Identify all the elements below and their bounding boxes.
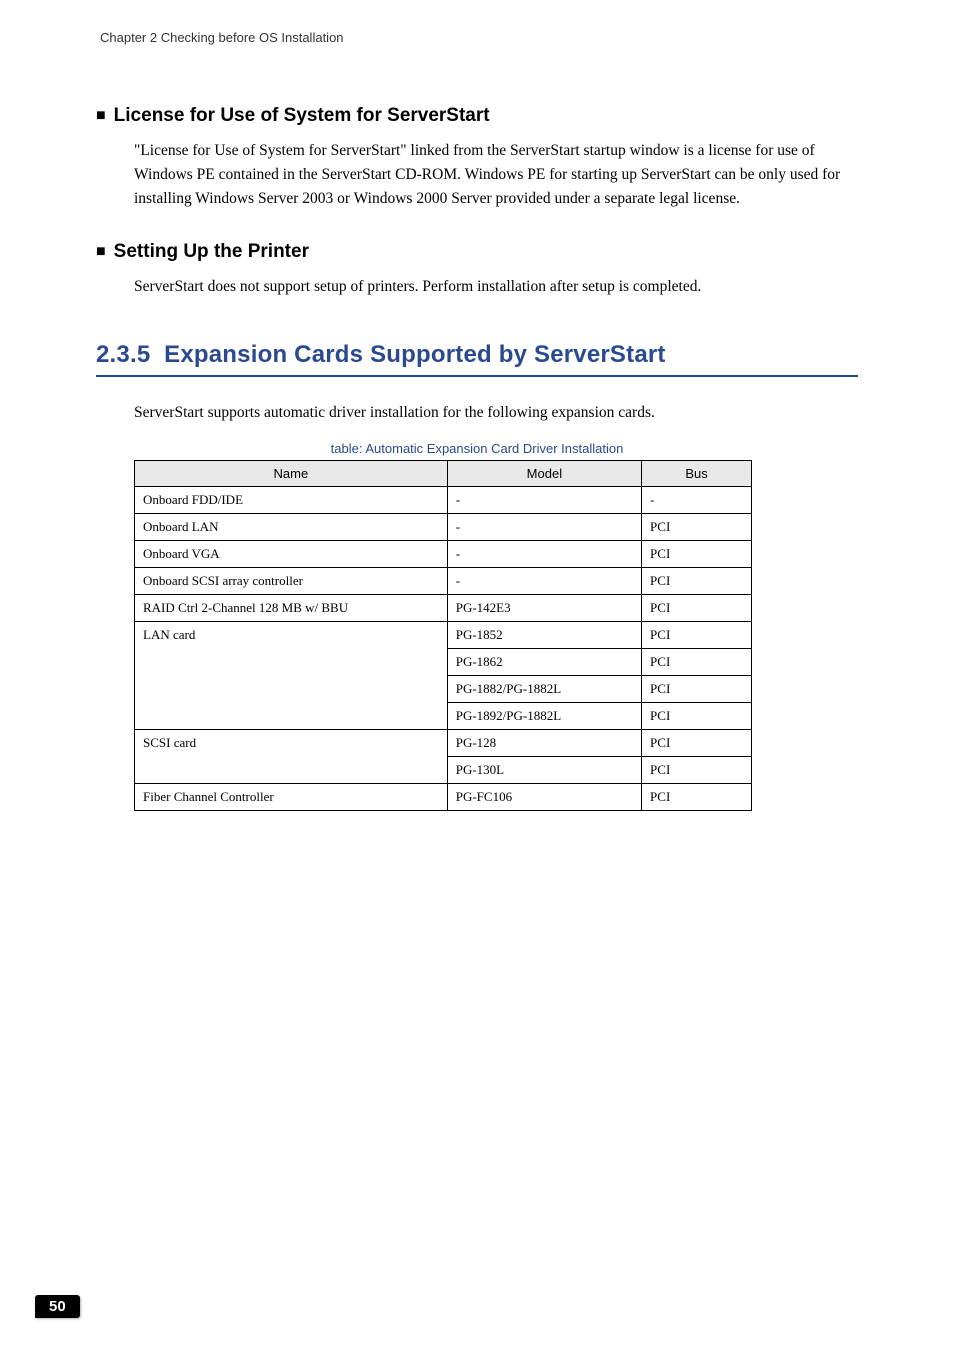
table-cell-bus: PCI [642, 757, 752, 784]
table-cell-bus: PCI [642, 676, 752, 703]
section-expansion-number: 2.3.5 [96, 341, 150, 368]
table-caption: table: Automatic Expansion Card Driver I… [96, 441, 858, 456]
page-number-badge: 50 [35, 1295, 80, 1318]
table-cell-bus: PCI [642, 514, 752, 541]
table-row: Onboard SCSI array controller-PCI [135, 568, 752, 595]
section-printer: ■ Setting Up the Printer ServerStart doe… [96, 241, 858, 299]
section-license-body: "License for Use of System for ServerSta… [134, 139, 848, 211]
table-cell-model: PG-1882/PG-1882L [447, 676, 641, 703]
section-expansion-title: Expansion Cards Supported by ServerStart [164, 341, 665, 368]
table-cell-bus: PCI [642, 703, 752, 730]
table-cell-name: SCSI card [135, 730, 448, 784]
expansion-card-table: Name Model Bus Onboard FDD/IDE--Onboard … [134, 460, 752, 811]
table-cell-name: RAID Ctrl 2-Channel 128 MB w/ BBU [135, 595, 448, 622]
table-header-name: Name [135, 461, 448, 487]
table-row: Fiber Channel ControllerPG-FC106PCI [135, 784, 752, 811]
section-expansion-intro: ServerStart supports automatic driver in… [134, 401, 848, 425]
table-cell-model: - [447, 514, 641, 541]
table-cell-bus: PCI [642, 622, 752, 649]
table-row: LAN cardPG-1852PCI [135, 622, 752, 649]
table-header-row: Name Model Bus [135, 461, 752, 487]
chapter-header: Chapter 2 Checking before OS Installatio… [100, 30, 858, 45]
table-cell-model: PG-128 [447, 730, 641, 757]
table-cell-bus: PCI [642, 595, 752, 622]
section-printer-body: ServerStart does not support setup of pr… [134, 275, 848, 299]
table-cell-model: PG-142E3 [447, 595, 641, 622]
table-row: Onboard FDD/IDE-- [135, 487, 752, 514]
table-row: Onboard LAN-PCI [135, 514, 752, 541]
table-header-bus: Bus [642, 461, 752, 487]
table-row: Onboard VGA-PCI [135, 541, 752, 568]
table-cell-name: Onboard LAN [135, 514, 448, 541]
table-cell-name: Onboard SCSI array controller [135, 568, 448, 595]
section-printer-title: Setting Up the Printer [114, 241, 309, 263]
table-cell-name: LAN card [135, 622, 448, 730]
table-row: RAID Ctrl 2-Channel 128 MB w/ BBUPG-142E… [135, 595, 752, 622]
table-cell-name: Fiber Channel Controller [135, 784, 448, 811]
square-marker-icon: ■ [96, 108, 106, 124]
table-cell-bus: PCI [642, 568, 752, 595]
section-license-title-row: ■ License for Use of System for ServerSt… [96, 105, 858, 127]
table-cell-name: Onboard VGA [135, 541, 448, 568]
square-marker-icon: ■ [96, 244, 106, 260]
section-expansion: 2.3.5 Expansion Cards Supported by Serve… [96, 341, 858, 811]
table-cell-bus: PCI [642, 730, 752, 757]
heading-rule [96, 375, 858, 377]
section-license-title: License for Use of System for ServerStar… [114, 105, 490, 127]
table-cell-bus: PCI [642, 541, 752, 568]
section-expansion-heading: 2.3.5 Expansion Cards Supported by Serve… [96, 341, 858, 369]
table-cell-model: PG-1892/PG-1882L [447, 703, 641, 730]
section-license: ■ License for Use of System for ServerSt… [96, 105, 858, 211]
table-cell-bus: - [642, 487, 752, 514]
table-header-model: Model [447, 461, 641, 487]
table-row: SCSI cardPG-128PCI [135, 730, 752, 757]
table-cell-model: PG-FC106 [447, 784, 641, 811]
table-cell-model: - [447, 568, 641, 595]
table-cell-model: - [447, 487, 641, 514]
section-printer-title-row: ■ Setting Up the Printer [96, 241, 858, 263]
table-cell-bus: PCI [642, 784, 752, 811]
table-cell-model: - [447, 541, 641, 568]
table-cell-bus: PCI [642, 649, 752, 676]
table-cell-model: PG-1862 [447, 649, 641, 676]
table-cell-model: PG-130L [447, 757, 641, 784]
table-cell-name: Onboard FDD/IDE [135, 487, 448, 514]
table-cell-model: PG-1852 [447, 622, 641, 649]
